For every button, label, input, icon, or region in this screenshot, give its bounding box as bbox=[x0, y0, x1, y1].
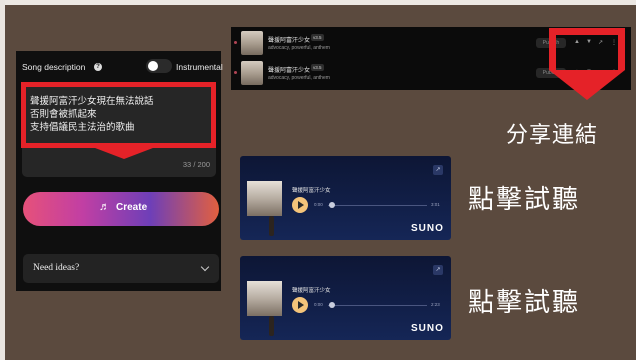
player-song-title: 聲援阿富汗少女 bbox=[292, 188, 331, 194]
listen-annotation: 點擊試聽 bbox=[468, 184, 581, 214]
current-time: 0:00 bbox=[314, 202, 323, 207]
song-description-label: Song description bbox=[22, 62, 86, 72]
song-title[interactable]: 聲援阿富汗少女 bbox=[268, 35, 310, 44]
help-icon[interactable]: ? bbox=[94, 63, 102, 71]
version-badge: v3.5 bbox=[311, 34, 324, 41]
song-tags: advocacy, powerful, anthem bbox=[268, 45, 330, 51]
duration: 2:23 bbox=[431, 302, 440, 307]
progress-knob[interactable] bbox=[329, 202, 335, 208]
create-button[interactable]: ♬ Create bbox=[23, 192, 219, 226]
instrumental-toggle[interactable] bbox=[146, 59, 172, 73]
song-form-panel: Song description ? Instrumental 聲援阿富汗少女現… bbox=[16, 51, 223, 291]
music-note-icon: ♬ bbox=[99, 201, 110, 213]
song-cover-image bbox=[247, 281, 282, 336]
status-dot bbox=[234, 71, 237, 74]
progress-track[interactable] bbox=[328, 304, 427, 306]
play-button[interactable] bbox=[292, 197, 308, 213]
left-border bbox=[0, 0, 5, 360]
external-link-icon[interactable]: ↗ bbox=[433, 265, 443, 275]
song-cover-image[interactable] bbox=[241, 61, 263, 85]
red-highlight-pointer bbox=[82, 143, 166, 159]
embedded-player: ↗ 聲援阿富汗少女 0:00 3:01 SUNO bbox=[240, 156, 451, 240]
duration: 3:01 bbox=[431, 202, 440, 207]
song-cover-image bbox=[247, 181, 282, 236]
status-dot bbox=[234, 41, 237, 44]
share-highlight-box bbox=[549, 28, 625, 70]
version-badge: v3.5 bbox=[311, 64, 324, 71]
song-title[interactable]: 聲援阿富汗少女 bbox=[268, 65, 310, 74]
top-border bbox=[0, 0, 636, 5]
create-label: Create bbox=[116, 202, 148, 213]
embedded-player: ↗ 聲援阿富汗少女 0:00 2:23 SUNO bbox=[240, 256, 451, 340]
red-highlight-box bbox=[21, 82, 216, 148]
current-time: 0:00 bbox=[314, 302, 323, 307]
song-cover-image[interactable] bbox=[241, 31, 263, 55]
listen-annotation: 點擊試聽 bbox=[468, 287, 581, 317]
chevron-down-icon bbox=[200, 262, 210, 272]
instrumental-label: Instrumental bbox=[176, 62, 223, 72]
cover-figure bbox=[269, 216, 274, 236]
play-button[interactable] bbox=[292, 297, 308, 313]
cover-figure bbox=[269, 316, 274, 336]
suno-logo: SUNO bbox=[411, 323, 444, 334]
suno-logo: SUNO bbox=[411, 223, 444, 234]
song-tags: advocacy, powerful, anthem bbox=[268, 75, 330, 81]
need-ideas-label: Need ideas? bbox=[33, 263, 80, 273]
progress-knob[interactable] bbox=[329, 302, 335, 308]
need-ideas-dropdown[interactable]: Need ideas? bbox=[23, 254, 219, 283]
share-link-annotation: 分享連結 bbox=[506, 122, 599, 147]
progress-track[interactable] bbox=[328, 204, 427, 206]
char-counter: 33 / 200 bbox=[182, 160, 210, 169]
toggle-knob bbox=[148, 61, 158, 71]
player-song-title: 聲援阿富汗少女 bbox=[292, 288, 331, 294]
share-highlight-pointer bbox=[549, 70, 625, 100]
external-link-icon[interactable]: ↗ bbox=[433, 165, 443, 175]
